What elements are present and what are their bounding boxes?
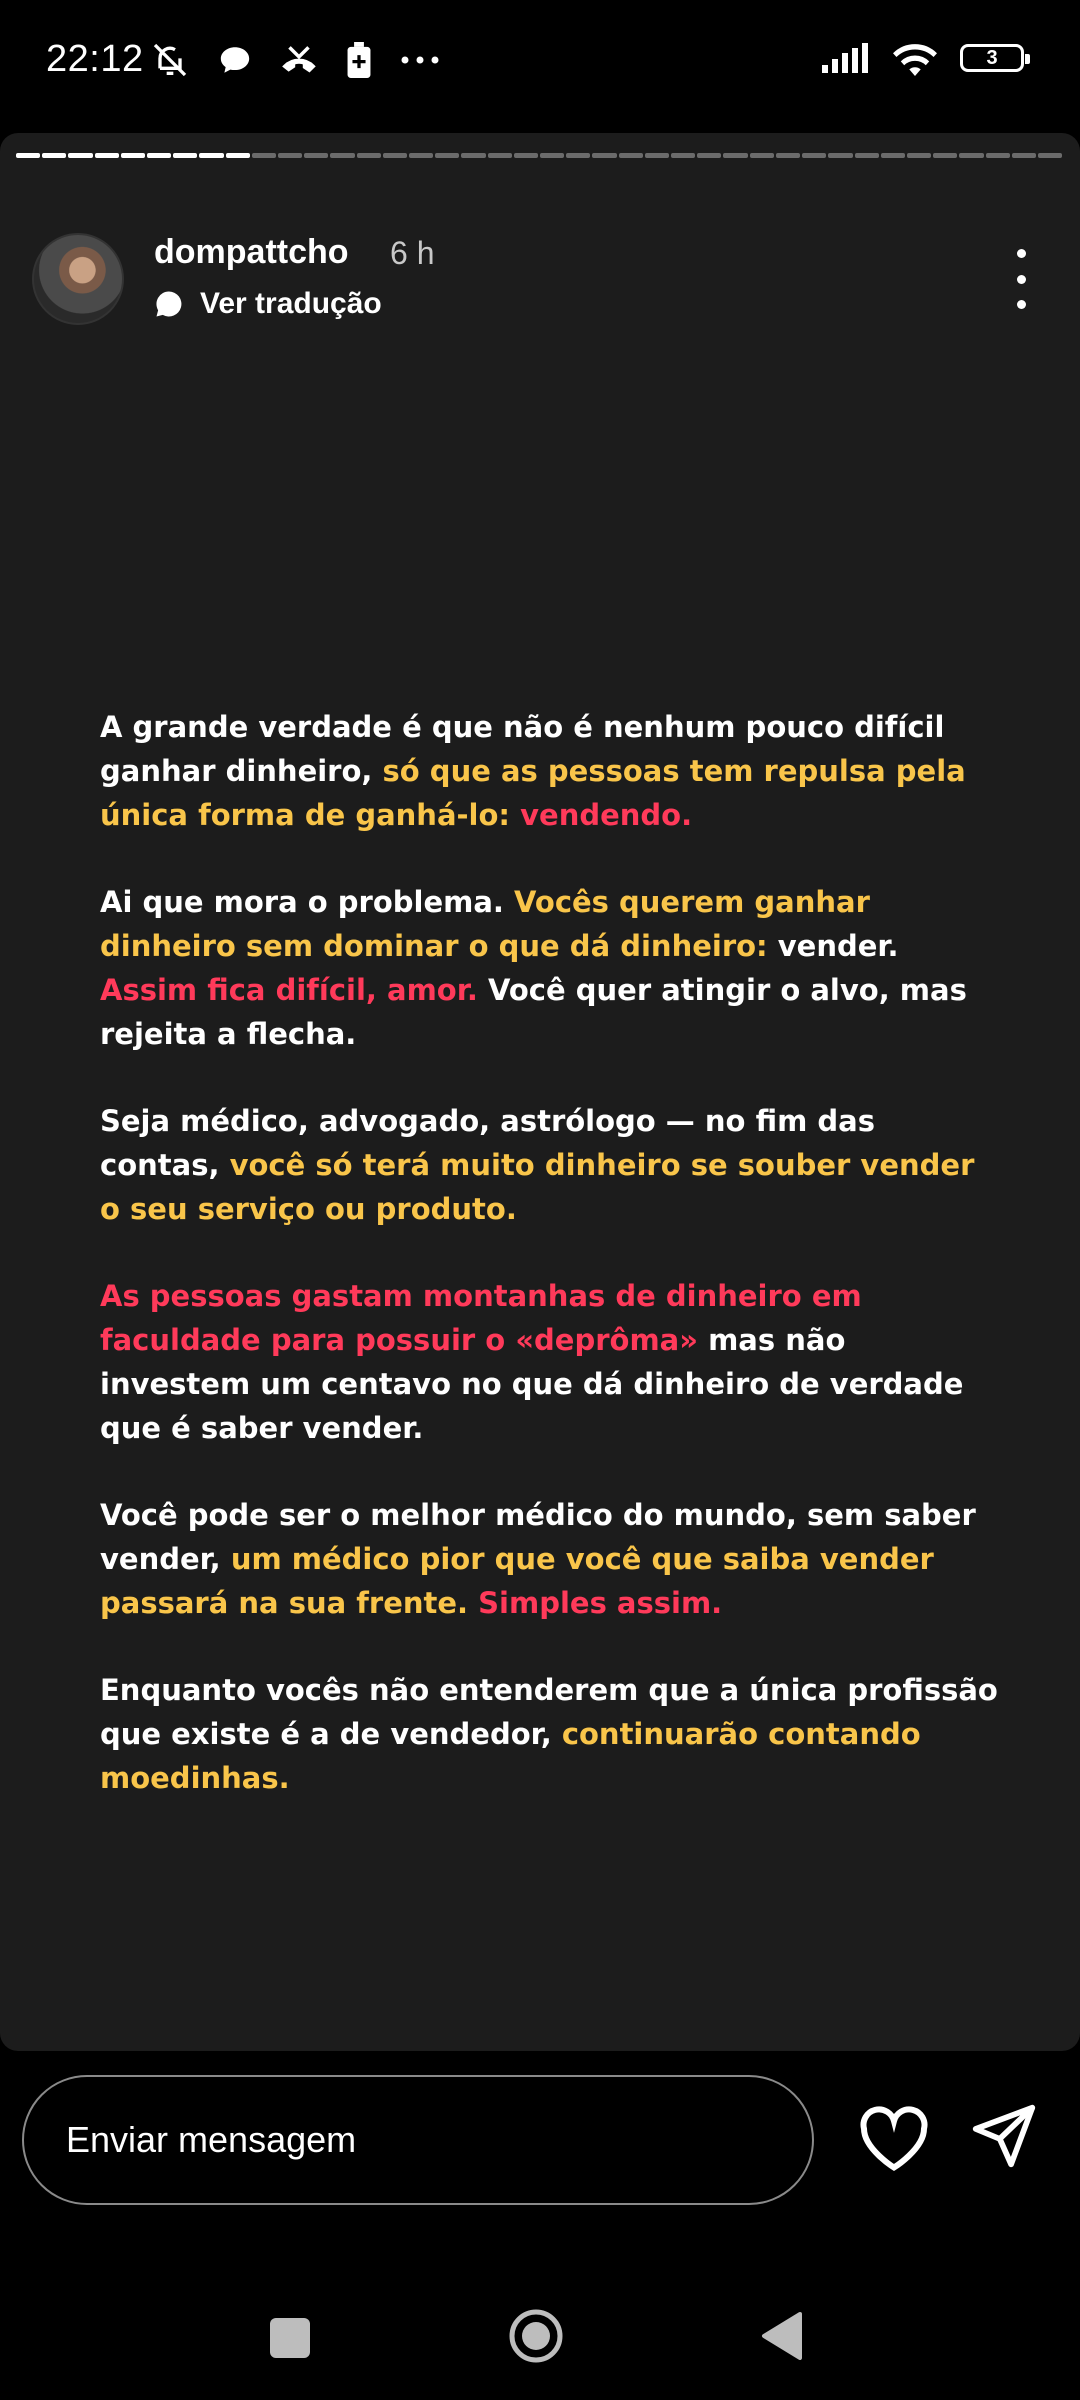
chat-bubble-icon xyxy=(220,47,250,73)
progress-segment xyxy=(906,153,932,158)
status-time: 22:12 xyxy=(46,38,144,80)
progress-segment xyxy=(251,153,277,158)
story-text-segment: vender. xyxy=(777,929,899,963)
story-paragraph: Seja médico, advogado, astrólogo — no fi… xyxy=(100,1099,1000,1231)
progress-segment xyxy=(828,153,853,158)
progress-segment xyxy=(225,153,250,158)
progress-segment xyxy=(435,153,460,158)
progress-segment xyxy=(94,153,119,158)
story-text-segment: vendendo. xyxy=(520,798,693,832)
progress-segment xyxy=(854,153,879,158)
progress-segment xyxy=(697,153,722,158)
more-dots-icon xyxy=(401,56,439,64)
progress-segment xyxy=(985,153,1010,158)
progress-segment xyxy=(173,153,198,158)
story-paragraph: Enquanto vocês não entenderem que a únic… xyxy=(100,1668,1000,1800)
progress-segment xyxy=(278,153,303,158)
story-text-segment: Simples assim. xyxy=(478,1586,723,1620)
progress-segment xyxy=(802,153,827,158)
back-icon[interactable] xyxy=(760,2312,804,2360)
translate-button[interactable]: Ver tradução xyxy=(154,287,382,321)
progress-segment xyxy=(1037,153,1063,158)
story-paragraph: A grande verdade é que não é nenhum pouc… xyxy=(100,705,1000,837)
wifi-icon xyxy=(893,44,937,76)
progress-segment xyxy=(749,153,774,158)
send-message-input[interactable]: Enviar mensagem xyxy=(22,2075,814,2205)
story-card[interactable]: dompattcho 6 h Ver tradução A grande ver… xyxy=(0,133,1080,2051)
story-header: dompattcho 6 h Ver tradução xyxy=(0,183,1080,325)
home-icon[interactable] xyxy=(508,2308,564,2364)
progress-segment xyxy=(566,153,591,158)
progress-segment xyxy=(933,153,958,158)
bell-off-icon xyxy=(153,43,187,77)
progress-segment xyxy=(513,153,539,158)
status-notifications xyxy=(150,40,440,80)
send-icon[interactable] xyxy=(970,2102,1038,2170)
story-progress-bar xyxy=(16,153,1063,158)
progress-segment xyxy=(487,153,512,158)
more-options-button[interactable] xyxy=(1006,249,1036,309)
message-placeholder: Enviar mensagem xyxy=(66,2119,357,2160)
progress-segment xyxy=(618,153,643,158)
signal-icon xyxy=(822,43,868,73)
story-text-segment: Assim fica difícil, amor. xyxy=(100,973,489,1007)
navigation-bar xyxy=(0,2270,1080,2400)
more-vertical-icon xyxy=(1016,249,1026,258)
progress-segment xyxy=(461,153,486,158)
progress-segment xyxy=(330,153,355,158)
post-time: 6 h xyxy=(390,235,435,271)
battery-icon: 3 xyxy=(960,44,1030,72)
progress-segment xyxy=(880,153,905,158)
progress-segment xyxy=(723,153,748,158)
progress-segment xyxy=(199,153,224,158)
progress-segment xyxy=(959,153,984,158)
story-paragraph: As pessoas gastam montanhas de dinheiro … xyxy=(100,1274,1000,1450)
status-system-icons: 3 xyxy=(822,40,1030,76)
username[interactable]: dompattcho xyxy=(154,233,349,272)
progress-segment xyxy=(540,153,565,158)
translate-label: Ver tradução xyxy=(200,287,382,320)
recents-icon[interactable] xyxy=(270,2318,310,2358)
progress-segment xyxy=(592,153,617,158)
progress-segment xyxy=(68,153,93,158)
story-text: A grande verdade é que não é nenhum pouc… xyxy=(100,705,1000,1843)
battery-saver-icon xyxy=(347,42,371,78)
progress-segment xyxy=(775,153,801,158)
progress-segment xyxy=(409,153,434,158)
heart-icon[interactable] xyxy=(858,2106,930,2172)
progress-segment xyxy=(120,153,146,158)
progress-segment xyxy=(671,153,696,158)
progress-segment xyxy=(42,153,67,158)
translate-icon xyxy=(156,291,182,317)
progress-segment xyxy=(16,153,41,158)
missed-call-icon xyxy=(282,46,316,73)
story-paragraph: Ai que mora o problema. Vocês querem gan… xyxy=(100,880,1000,1056)
status-bar: 22:12 3 xyxy=(0,0,1080,125)
story-paragraph: Você pode ser o melhor médico do mundo, … xyxy=(100,1493,1000,1625)
avatar[interactable] xyxy=(32,233,124,325)
instagram-story-screen: 22:12 3 dompattcho 6 h Ver tradução A gr… xyxy=(0,0,1080,2400)
story-text-segment: você só terá muito dinheiro se souber ve… xyxy=(100,1148,975,1226)
progress-segment xyxy=(304,153,329,158)
progress-segment xyxy=(382,153,408,158)
progress-segment xyxy=(147,153,172,158)
progress-segment xyxy=(1011,153,1036,158)
progress-segment xyxy=(356,153,381,158)
progress-segment xyxy=(644,153,670,158)
story-text-segment: Ai que mora o problema. xyxy=(100,885,515,919)
